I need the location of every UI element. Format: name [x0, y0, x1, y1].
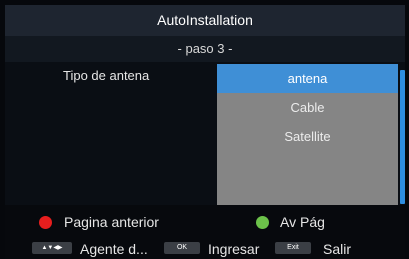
red-button-icon	[39, 216, 52, 229]
arrow-keys-icon: ▲▼◀▶	[32, 242, 72, 254]
navigate-hint: Agente d...	[80, 241, 148, 257]
antenna-type-label: Tipo de antena	[63, 68, 150, 83]
list-scrollbar[interactable]	[400, 70, 405, 204]
step-indicator: - paso 3 -	[5, 36, 405, 62]
antenna-type-list[interactable]: antena Cable Satellite	[217, 64, 398, 206]
ok-key-icon: OK	[164, 242, 200, 254]
option-cable[interactable]: Cable	[217, 93, 398, 122]
window-title: AutoInstallation	[5, 5, 405, 36]
option-satellite[interactable]: Satellite	[217, 122, 398, 151]
option-antena[interactable]: antena	[217, 64, 398, 93]
previous-page-hint: Pagina anterior	[64, 214, 159, 230]
green-button-icon	[256, 216, 269, 229]
enter-hint: Ingresar	[208, 241, 260, 257]
exit-key-icon: Exit	[275, 242, 311, 254]
next-page-hint: Av Pág	[280, 214, 325, 230]
exit-hint: Salir	[323, 241, 352, 257]
